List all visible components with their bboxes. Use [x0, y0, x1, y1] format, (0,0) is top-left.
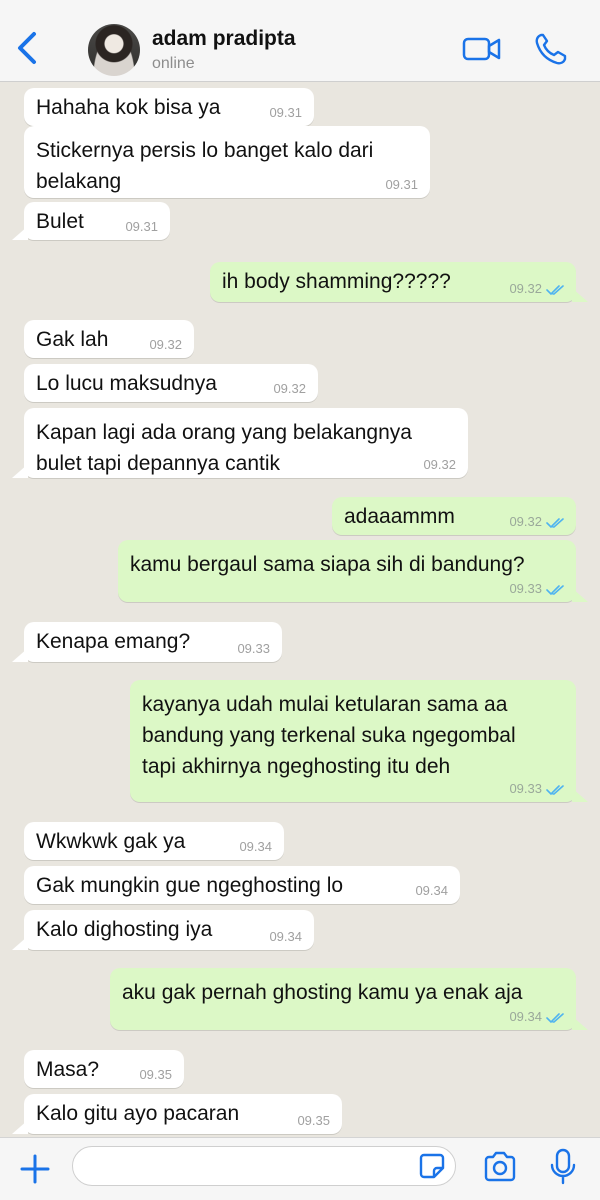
- read-receipt-double-check-icon: [546, 518, 564, 529]
- message-timestamp: 09.33: [509, 781, 542, 796]
- incoming-message-bubble[interactable]: Kenapa emang? 09.33: [12, 622, 282, 662]
- message-text-line: Kenapa emang?: [36, 630, 191, 653]
- message-timestamp: 09.32: [509, 514, 542, 529]
- message-timestamp: 09.35: [297, 1113, 330, 1128]
- message-text-line: Kalo dighosting iya: [36, 918, 213, 941]
- outgoing-message-bubble[interactable]: kamu bergaul sama siapa sih di bandung? 0…: [118, 540, 588, 602]
- message-text-line: bulet tapi depannya cantik: [36, 452, 281, 475]
- message-text-line: Kapan lagi ada orang yang belakangnya: [36, 421, 412, 444]
- contact-status: online: [152, 55, 195, 72]
- incoming-message-bubble[interactable]: Gak mungkin gue ngeghosting lo 09.34: [24, 866, 460, 904]
- camera-icon[interactable]: [482, 1150, 518, 1184]
- microphone-icon[interactable]: [548, 1148, 578, 1186]
- incoming-message-bubble[interactable]: Kalo dighosting iya 09.34: [12, 910, 314, 950]
- read-receipt-double-check-icon: [546, 285, 564, 296]
- message-text-line: Wkwkwk gak ya: [36, 830, 186, 853]
- incoming-message-bubble[interactable]: Gak lah 09.32: [24, 320, 194, 358]
- message-text-line: bandung yang terkenal suka ngegombal: [142, 724, 516, 747]
- message-text-line: Stickernya persis lo banget kalo dari: [36, 139, 374, 162]
- message-timestamp: 09.33: [509, 581, 542, 596]
- outgoing-message-bubble[interactable]: aku gak pernah ghosting kamu ya enak aja…: [110, 968, 588, 1030]
- message-timestamp: 09.31: [269, 105, 302, 120]
- message-timestamp: 09.34: [415, 883, 448, 898]
- message-timestamp: 09.34: [509, 1009, 542, 1024]
- phone-call-icon[interactable]: [534, 32, 568, 66]
- message-list[interactable]: Hahaha kok bisa ya 09.31 Stickernya persis…: [0, 82, 600, 1137]
- incoming-message-bubble[interactable]: Kalo gitu ayo pacaran 09.35: [12, 1094, 342, 1134]
- message-text-line: Kalo gitu ayo pacaran: [36, 1102, 240, 1125]
- contact-avatar[interactable]: [88, 24, 140, 76]
- message-input[interactable]: [72, 1146, 456, 1186]
- sticker-icon[interactable]: [418, 1152, 446, 1180]
- plus-icon[interactable]: [18, 1152, 52, 1186]
- outgoing-message-bubble[interactable]: kayanya udah mulai ketularan sama aa band…: [130, 680, 588, 802]
- message-text-line: Hahaha kok bisa ya: [36, 96, 221, 119]
- message-text-line: belakang: [36, 170, 122, 193]
- message-text-line: Lo lucu maksudnya: [36, 372, 217, 395]
- message-timestamp: 09.33: [237, 641, 270, 656]
- read-receipt-double-check-icon: [546, 1013, 564, 1024]
- incoming-message-bubble[interactable]: Stickernya persis lo banget kalo dari bel…: [24, 126, 430, 198]
- message-text-line: kamu bergaul sama siapa sih di bandung?: [130, 553, 525, 576]
- message-timestamp: 09.34: [239, 839, 272, 854]
- message-text-line: Gak mungkin gue ngeghosting lo: [36, 874, 344, 897]
- message-timestamp: 09.32: [509, 281, 542, 296]
- message-text-line: kayanya udah mulai ketularan sama aa: [142, 693, 508, 716]
- message-text-line: tapi akhirnya ngeghosting itu deh: [142, 755, 451, 778]
- outgoing-message-bubble[interactable]: adaaammm 09.32: [332, 497, 576, 535]
- outgoing-message-bubble[interactable]: ih body shamming????? 09.32: [210, 262, 588, 302]
- composer-bar: [0, 1137, 600, 1200]
- back-chevron-icon[interactable]: [10, 28, 44, 68]
- incoming-message-bubble[interactable]: Wkwkwk gak ya 09.34: [24, 822, 284, 860]
- chat-header: adam pradipta online: [0, 0, 600, 82]
- incoming-message-bubble[interactable]: Bulet 09.31: [12, 202, 170, 240]
- incoming-message-bubble[interactable]: Lo lucu maksudnya 09.32: [24, 364, 318, 402]
- incoming-message-bubble[interactable]: Masa? 09.35: [24, 1050, 184, 1088]
- incoming-message-bubble[interactable]: Hahaha kok bisa ya 09.31: [24, 88, 314, 126]
- message-timestamp: 09.32: [423, 457, 456, 472]
- contact-name[interactable]: adam pradipta: [152, 27, 296, 51]
- message-timestamp: 09.31: [125, 219, 158, 234]
- read-receipt-double-check-icon: [546, 785, 564, 796]
- message-timestamp: 09.32: [273, 381, 306, 396]
- message-timestamp: 09.32: [149, 337, 182, 352]
- message-timestamp: 09.34: [269, 929, 302, 944]
- message-timestamp: 09.35: [139, 1067, 172, 1082]
- incoming-message-bubble[interactable]: Kapan lagi ada orang yang belakangnya bul…: [12, 408, 468, 478]
- message-timestamp: 09.31: [385, 177, 418, 192]
- message-text-line: aku gak pernah ghosting kamu ya enak aja: [122, 981, 523, 1004]
- video-call-icon[interactable]: [462, 34, 502, 64]
- read-receipt-double-check-icon: [546, 585, 564, 596]
